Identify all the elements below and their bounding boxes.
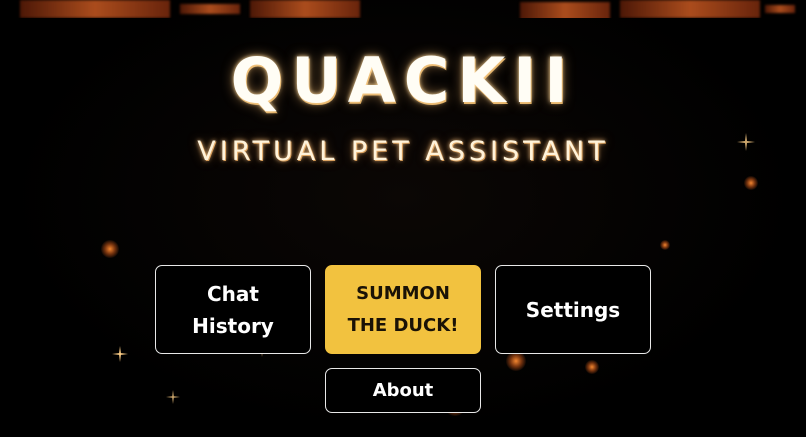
settings-button[interactable]: Settings (495, 265, 651, 354)
settings-label: Settings (525, 297, 621, 322)
app-window: QUACKII VIRTUAL PET ASSISTANT Chat Histo… (0, 0, 806, 437)
app-subtitle: VIRTUAL PET ASSISTANT (197, 136, 609, 167)
summon-duck-label: SUMMON THE DUCK! (347, 282, 459, 336)
glow-dot (585, 360, 599, 374)
sparkle-icon (166, 390, 180, 404)
glow-dot (660, 240, 670, 250)
chat-history-button[interactable]: Chat History (155, 265, 311, 354)
app-title: QUACKII (230, 44, 576, 117)
sparkle-icon (112, 346, 128, 362)
summon-duck-button[interactable]: SUMMON THE DUCK! (325, 265, 481, 354)
about-button[interactable]: About (325, 368, 481, 413)
glow-dot (506, 351, 526, 371)
chat-history-label: Chat History (192, 281, 274, 338)
about-label: About (372, 379, 434, 401)
glow-dot (101, 240, 119, 258)
glow-dot (744, 176, 758, 190)
decorative-glitch-band (0, 0, 806, 18)
